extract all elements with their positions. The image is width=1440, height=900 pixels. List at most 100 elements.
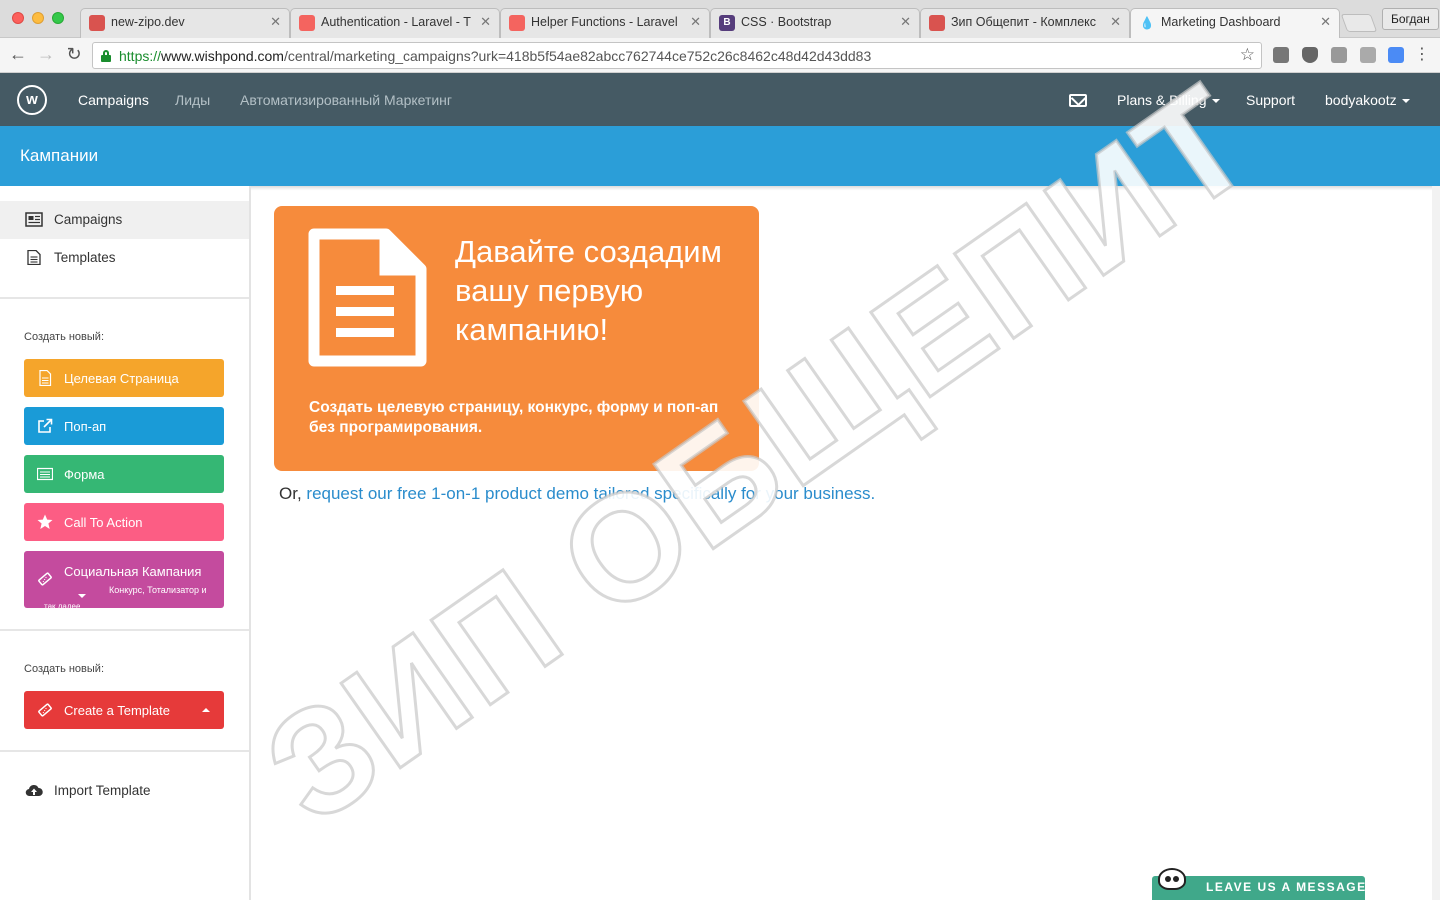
create-new-label: Создать новый: xyxy=(24,663,105,675)
sidebar-item-templates[interactable]: Templates xyxy=(0,239,249,277)
drive-icon[interactable] xyxy=(1360,47,1376,63)
hero-heading: Давайте создадим вашу первую кампанию! xyxy=(455,234,722,347)
panda-mascot-icon xyxy=(1158,868,1186,890)
back-arrow-icon[interactable]: ← xyxy=(8,44,28,65)
caret-down-icon[interactable] xyxy=(78,594,86,598)
create-popup-button[interactable]: Поп-ап xyxy=(24,407,224,445)
create-social-campaign-button[interactable]: Социальная Кампания Конкурс, Тотализатор… xyxy=(24,551,224,608)
browser-tab[interactable]: B CSS · Bootstrap ✕ xyxy=(710,8,920,38)
button-label: Целевая Страница xyxy=(64,371,179,386)
create-new-label: Создать новый: xyxy=(24,331,105,343)
button-label: Социальная Кампания xyxy=(64,564,202,579)
caret-down-icon xyxy=(1401,99,1410,104)
tab-title: Helper Functions - Laravel xyxy=(531,15,678,29)
wishpond-logo[interactable]: w xyxy=(17,85,47,115)
tab-favicon-icon: 💧 xyxy=(1139,16,1155,30)
sidebar-item-label: Templates xyxy=(54,250,116,265)
page-title: Кампании xyxy=(20,146,99,165)
tab-favicon-icon xyxy=(89,15,105,31)
document-icon xyxy=(39,370,52,386)
lock-icon xyxy=(101,50,111,62)
ticket-icon xyxy=(38,703,52,717)
browser-tab[interactable]: Authentication - Laravel - T ✕ xyxy=(290,8,500,38)
sidebar-divider xyxy=(0,297,249,299)
minimize-window-button[interactable] xyxy=(32,12,44,24)
tab-close-icon[interactable]: ✕ xyxy=(270,14,281,30)
reload-icon[interactable]: ↻ xyxy=(64,44,84,65)
tab-close-icon[interactable]: ✕ xyxy=(1320,14,1331,30)
bookmark-star-icon[interactable]: ☆ xyxy=(1240,45,1255,65)
extension-icon[interactable] xyxy=(1273,47,1289,63)
hero-description: Создать целевую страницу, конкурс, форму… xyxy=(309,399,719,436)
button-sublabel-overflow: так далее xyxy=(44,602,81,608)
menu-icon[interactable]: ⋮ xyxy=(1412,44,1432,64)
tab-title: Marketing Dashboard xyxy=(1161,15,1281,29)
sidebar-item-label: Campaigns xyxy=(54,212,123,227)
demo-prefix: Or, xyxy=(279,484,302,503)
tab-close-icon[interactable]: ✕ xyxy=(1110,14,1121,30)
tab-close-icon[interactable]: ✕ xyxy=(480,14,491,30)
import-template-link[interactable]: Import Template xyxy=(0,772,249,810)
browser-tab[interactable]: Helper Functions - Laravel ✕ xyxy=(500,8,710,38)
button-sublabel: Конкурс, Тотализатор и xyxy=(109,585,207,595)
chat-label: LEAVE US A MESSAGE xyxy=(1206,880,1367,894)
tab-favicon-icon: B xyxy=(719,15,735,31)
app-navbar: w Campaigns Лиды Автоматизированный Марк… xyxy=(0,73,1440,126)
tab-title: Зип Общепит - Комплекс xyxy=(951,15,1097,29)
extension-icon[interactable] xyxy=(1331,47,1347,63)
nav-support[interactable]: Support xyxy=(1246,92,1295,108)
create-first-campaign-card[interactable]: Давайте создадим вашу первую кампанию! С… xyxy=(274,206,759,471)
browser-tab[interactable]: Зип Общепит - Комплекс ✕ xyxy=(920,8,1130,38)
request-demo-link[interactable]: request our free 1-on-1 product demo tai… xyxy=(306,484,875,503)
document-icon xyxy=(27,250,41,265)
create-template-button[interactable]: Create a Template xyxy=(24,691,224,729)
forward-arrow-icon[interactable]: → xyxy=(36,44,56,65)
browser-toolbar: ← → ↻ https://www.wishpond.com/central/m… xyxy=(0,38,1440,73)
form-icon xyxy=(37,467,53,481)
tab-title: CSS · Bootstrap xyxy=(741,15,832,29)
tab-favicon-icon xyxy=(299,15,315,31)
caret-up-icon xyxy=(202,708,210,712)
mail-icon[interactable] xyxy=(1069,94,1087,107)
pocket-icon[interactable] xyxy=(1302,47,1318,63)
leave-message-widget[interactable]: LEAVE US A MESSAGE xyxy=(1152,868,1367,900)
profile-button[interactable]: Богдан xyxy=(1382,8,1439,30)
nav-plans-billing[interactable]: Plans & Billing xyxy=(1117,92,1220,108)
star-icon xyxy=(37,514,53,529)
tab-favicon-icon xyxy=(929,15,945,31)
page-header: Кампании xyxy=(0,126,1440,186)
scrollbar-track[interactable] xyxy=(1432,186,1440,900)
browser-tab-active[interactable]: 💧 Marketing Dashboard ✕ xyxy=(1130,8,1340,38)
create-form-button[interactable]: Форма xyxy=(24,455,224,493)
sidebar-item-campaigns[interactable]: Campaigns xyxy=(0,201,249,239)
create-cta-button[interactable]: Call To Action xyxy=(24,503,224,541)
new-tab-button[interactable] xyxy=(1340,14,1378,32)
tab-close-icon[interactable]: ✕ xyxy=(690,14,701,30)
browser-tab-bar: new-zipo.dev ✕ Authentication - Laravel … xyxy=(0,0,1440,38)
extension-icon[interactable] xyxy=(1388,47,1404,63)
tab-title: Authentication - Laravel - T xyxy=(321,15,471,29)
nav-campaigns[interactable]: Campaigns xyxy=(78,92,149,108)
sidebar-divider xyxy=(0,629,249,631)
nav-user-menu[interactable]: bodyakootz xyxy=(1325,92,1410,108)
button-label: Call To Action xyxy=(64,515,143,530)
button-label: Форма xyxy=(64,467,105,482)
external-link-icon xyxy=(38,418,53,433)
tab-title: new-zipo.dev xyxy=(111,15,185,29)
nav-leads[interactable]: Лиды xyxy=(175,92,210,108)
browser-tab[interactable]: new-zipo.dev ✕ xyxy=(80,8,290,38)
maximize-window-button[interactable] xyxy=(52,12,64,24)
tab-close-icon[interactable]: ✕ xyxy=(900,14,911,30)
close-window-button[interactable] xyxy=(12,12,24,24)
button-label: Поп-ап xyxy=(64,419,107,434)
cloud-upload-icon xyxy=(25,784,43,797)
create-landing-page-button[interactable]: Целевая Страница xyxy=(24,359,224,397)
nav-automation[interactable]: Автоматизированный Маркетинг xyxy=(240,92,452,108)
caret-down-icon xyxy=(1211,99,1220,104)
url-text: https://www.wishpond.com/central/marketi… xyxy=(119,48,872,64)
button-label: Create a Template xyxy=(64,703,170,718)
newspaper-icon xyxy=(25,212,43,227)
sidebar-divider xyxy=(0,750,249,752)
sidebar: Campaigns Templates Создать новый: Целев… xyxy=(0,186,251,900)
address-bar[interactable]: https://www.wishpond.com/central/marketi… xyxy=(92,42,1262,69)
